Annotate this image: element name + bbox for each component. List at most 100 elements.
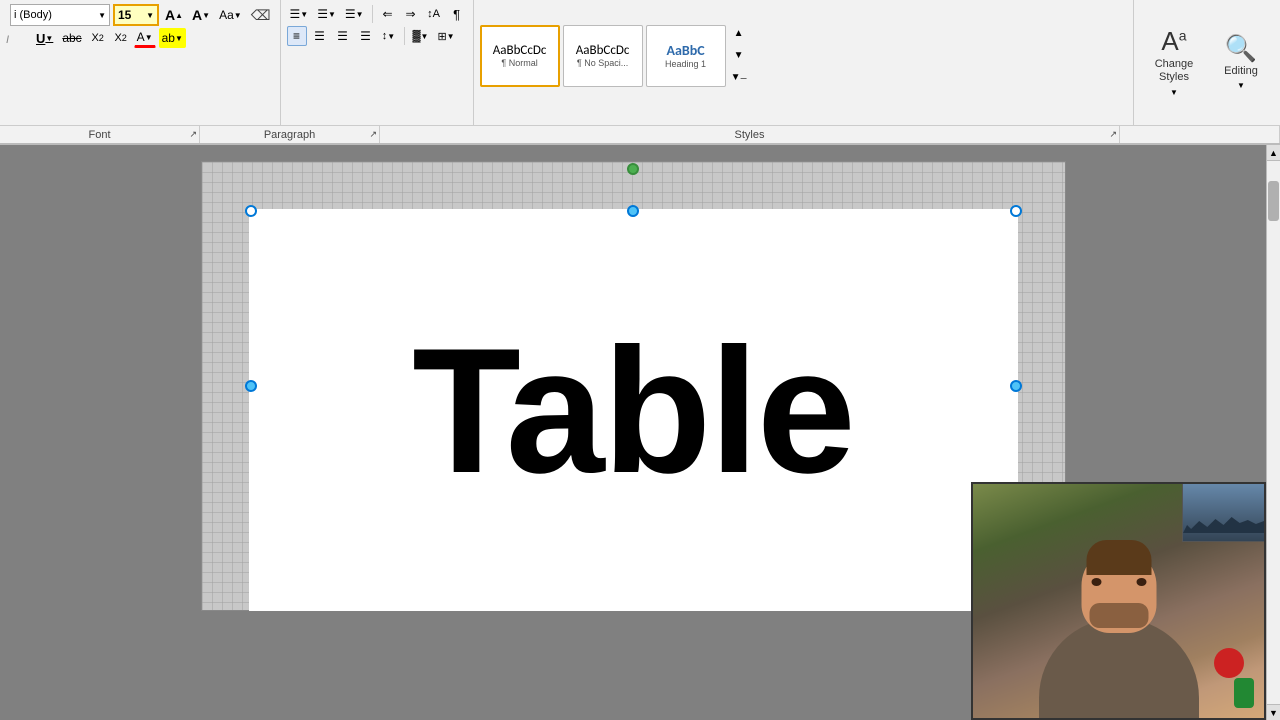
content-area: Table: [249, 209, 1018, 611]
separator-1: [372, 5, 373, 23]
font-row-1: i (Body) ▼ 15 ▼ A▲ A▼ Aa▼ ⌫: [10, 4, 274, 26]
sort-button[interactable]: ↕A: [424, 4, 444, 24]
main-document-text: Table: [412, 308, 854, 513]
thumbnail-bg: [1183, 484, 1264, 541]
person-beard: [1089, 603, 1148, 628]
numbering-button[interactable]: ☰▼: [314, 4, 339, 24]
align-left-button[interactable]: ≡: [287, 26, 307, 46]
align-right-button[interactable]: ☰: [333, 26, 353, 46]
no-spacing-preview: AaBbCcDc: [576, 43, 630, 58]
styles-more[interactable]: ▼─: [729, 68, 749, 88]
group-footer-row: Font ↗ Paragraph ↗ Styles ↗: [0, 125, 1280, 143]
increase-indent-button[interactable]: ⇒: [401, 4, 421, 24]
editing-icon: 🔍: [1225, 35, 1257, 61]
paragraph-expand-icon[interactable]: ↗: [369, 129, 377, 140]
handle-mid-left[interactable]: [245, 380, 257, 392]
vertical-scrollbar[interactable]: ▲ ▼: [1266, 145, 1280, 720]
font-size-dropdown[interactable]: 15 ▼: [113, 4, 159, 26]
editing-arrow: ▼: [1237, 81, 1245, 90]
scroll-down-button[interactable]: ▼: [1267, 704, 1280, 720]
change-case-button[interactable]: Aa▼: [216, 5, 245, 25]
styles-expand-icon[interactable]: ↗: [1109, 129, 1117, 140]
skyline: [1183, 513, 1264, 533]
handle-top-left[interactable]: [245, 205, 257, 217]
style-no-spacing[interactable]: AaBbCcDc ¶ No Spaci...: [563, 25, 643, 87]
styles-scroll-up[interactable]: ▲: [729, 24, 749, 44]
superscript-button[interactable]: X2: [111, 28, 131, 48]
shrink-font-button[interactable]: A▼: [189, 5, 213, 25]
font-row-2: I U▼ abc X2 X2 A▼ ab▼: [10, 28, 274, 48]
person-area: [1019, 518, 1219, 718]
styles-scroll-down[interactable]: ▼: [729, 46, 749, 66]
change-styles-button[interactable]: Aa Change Styles ▼: [1140, 28, 1208, 98]
scroll-thumb[interactable]: [1268, 181, 1279, 221]
clear-formatting-button[interactable]: ⌫: [248, 5, 274, 25]
change-styles-label: Change Styles: [1145, 58, 1203, 84]
handle-green-top[interactable]: [627, 163, 639, 175]
scroll-up-button[interactable]: ▲: [1267, 145, 1280, 161]
borders-button[interactable]: ⊞▼: [434, 26, 457, 46]
selection-container: Table: [201, 161, 1066, 611]
para-row-2: ≡ ☰ ☰ ☰ ↕▼ ▓▼ ⊞▼: [287, 26, 467, 46]
underline-button[interactable]: U▼: [33, 28, 56, 48]
editing-button[interactable]: 🔍 Editing ▼: [1212, 28, 1270, 98]
style-normal[interactable]: AaBbCcDc ¶ Normal: [480, 25, 560, 87]
font-name-arrow: ▼: [98, 11, 106, 20]
cursor-area: I: [6, 34, 26, 46]
shading-button[interactable]: ▓▼: [410, 26, 432, 46]
main-area: Table ▲ ▼: [0, 145, 1280, 720]
decrease-indent-button[interactable]: ⇐: [378, 4, 398, 24]
font-group-footer: Font ↗: [0, 126, 200, 143]
heading1-preview: AaBbC: [666, 42, 704, 59]
grow-font-button[interactable]: A▲: [162, 5, 186, 25]
person-head: [1081, 548, 1156, 633]
table-text-container: Table: [249, 209, 1018, 611]
styles-group-footer: Styles ↗: [380, 126, 1120, 143]
change-styles-arrow: ▼: [1170, 88, 1178, 97]
font-expand-icon[interactable]: ↗: [189, 129, 197, 140]
person-eyes: [1091, 578, 1146, 590]
no-spacing-label: ¶ No Spaci...: [577, 58, 628, 68]
handle-mid-right[interactable]: [1010, 380, 1022, 392]
person-body: [1039, 618, 1199, 718]
red-item: [1214, 648, 1244, 678]
video-thumbnail: [1182, 484, 1264, 542]
eye-left: [1091, 578, 1101, 586]
video-overlay: [971, 482, 1266, 720]
paragraph-group: ☰▼ ☰▼ ☰▼ ⇐ ⇒ ↕A ¶ ≡ ☰ ☰ ☰ ↕▼ ▓▼ ⊞▼: [281, 0, 474, 125]
font-size-arrow: ▼: [146, 11, 154, 20]
ribbon: i (Body) ▼ 15 ▼ A▲ A▼ Aa▼ ⌫ I U▼ abc X2: [0, 0, 1280, 145]
ribbon-main-row: i (Body) ▼ 15 ▼ A▲ A▼ Aa▼ ⌫ I U▼ abc X2: [0, 0, 1280, 125]
eye-right: [1136, 578, 1146, 586]
green-item: [1234, 678, 1254, 708]
para-row-1: ☰▼ ☰▼ ☰▼ ⇐ ⇒ ↕A ¶: [287, 4, 467, 24]
heading1-label: Heading 1: [665, 59, 706, 69]
editing-label: Editing: [1224, 65, 1258, 77]
handle-top-right[interactable]: [1010, 205, 1022, 217]
pilcrow-button[interactable]: ¶: [447, 4, 467, 24]
action-group: Aa Change Styles ▼ 🔍 Editing ▼: [1134, 0, 1276, 125]
align-center-button[interactable]: ☰: [310, 26, 330, 46]
highlight-button[interactable]: ab▼: [159, 28, 186, 48]
separator-2: [404, 27, 405, 45]
subscript-button[interactable]: X2: [88, 28, 108, 48]
multilevel-button[interactable]: ☰▼: [342, 4, 367, 24]
normal-preview: AaBbCcDc: [493, 43, 547, 58]
styles-scroll-controls: ▲ ▼ ▼─: [729, 24, 749, 88]
change-styles-icon: Aa: [1161, 28, 1186, 54]
style-heading1[interactable]: AaBbC Heading 1: [646, 25, 726, 87]
font-group: i (Body) ▼ 15 ▼ A▲ A▼ Aa▼ ⌫ I U▼ abc X2: [4, 0, 281, 125]
decorative-items: [1214, 648, 1254, 708]
person-hair: [1086, 540, 1151, 575]
line-spacing-button[interactable]: ↕▼: [379, 26, 399, 46]
actions-group-footer: [1120, 126, 1280, 143]
strikethrough-button[interactable]: abc: [59, 28, 84, 48]
normal-label: ¶ Normal: [501, 58, 537, 68]
paragraph-group-footer: Paragraph ↗: [200, 126, 380, 143]
justify-button[interactable]: ☰: [356, 26, 376, 46]
bullets-button[interactable]: ☰▼: [287, 4, 312, 24]
handle-top-center[interactable]: [627, 205, 639, 217]
font-color-button[interactable]: A▼: [134, 28, 156, 48]
scroll-track: [1267, 161, 1280, 704]
font-name-dropdown[interactable]: i (Body) ▼: [10, 4, 110, 26]
